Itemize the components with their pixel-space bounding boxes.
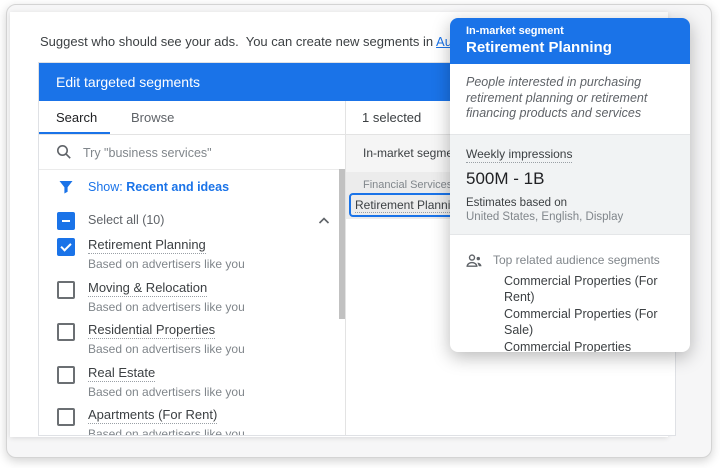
- related-segment-item: Commercial Properties (For Rent): [504, 273, 658, 305]
- chevron-up-icon[interactable]: [317, 214, 331, 228]
- tooltip-type-label: In-market segment: [466, 25, 564, 37]
- estimates-label: Estimates based on: [466, 196, 568, 209]
- related-segments-header: Top related audience segments: [466, 253, 674, 268]
- filter-icon: [58, 179, 74, 195]
- list-item[interactable]: Real Estate Based on advertisers like yo…: [39, 364, 345, 406]
- filter-show-button[interactable]: Show: Recent and ideas: [39, 170, 345, 205]
- intro-sentence: Suggest who should see your ads. You can…: [40, 34, 437, 49]
- segment-title[interactable]: Moving & Relocation: [88, 280, 208, 297]
- weekly-impressions-value: 500M - 1B: [466, 168, 545, 188]
- related-segment-item: Commercial Properties: [504, 339, 632, 353]
- related-segments-label: Top related audience segments: [493, 253, 660, 267]
- filter-value: Recent and ideas: [126, 180, 230, 194]
- selected-item-name: Retirement Planning: [355, 198, 464, 213]
- segment-title[interactable]: Real Estate: [88, 365, 156, 382]
- segment-subtitle: Based on advertisers like you: [88, 257, 245, 271]
- select-all-row[interactable]: Select all (10): [39, 205, 345, 236]
- segment-title[interactable]: Retirement Planning: [88, 237, 206, 254]
- segment-checkbox[interactable]: [57, 366, 75, 384]
- segment-checkbox[interactable]: [57, 238, 75, 256]
- search-input[interactable]: [81, 142, 325, 164]
- tooltip-description: People interested in purchasing retireme…: [466, 75, 648, 120]
- select-all-checkbox[interactable]: [57, 212, 75, 230]
- segment-subtitle: Based on advertisers like you: [88, 385, 245, 399]
- segment-title[interactable]: Residential Properties: [88, 322, 216, 339]
- segment-subtitle: Based on advertisers like you: [88, 342, 245, 356]
- estimates-value: United States, English, Display: [466, 210, 624, 223]
- segment-checkbox[interactable]: [57, 323, 75, 341]
- related-segment-item: Commercial Properties (For Sale): [504, 306, 658, 338]
- segment-title[interactable]: Apartments (For Rent): [88, 407, 218, 424]
- tooltip-lists: Top related audience segments Commercial…: [450, 235, 690, 353]
- tab-browse[interactable]: Browse: [131, 101, 174, 134]
- active-tab-underline: [39, 132, 110, 134]
- select-all-label: Select all (10): [88, 213, 165, 227]
- segment-subtitle: Based on advertisers like you: [88, 427, 245, 435]
- tab-search[interactable]: Search: [56, 101, 97, 134]
- filter-label: Show: Recent and ideas: [88, 180, 230, 194]
- list-item[interactable]: Residential Properties Based on advertis…: [39, 321, 345, 363]
- segment-tooltip: In-market segment Retirement Planning Pe…: [450, 18, 690, 352]
- people-icon: [466, 253, 482, 268]
- selected-count: 1 selected: [362, 110, 422, 125]
- list-item[interactable]: Moving & Relocation Based on advertisers…: [39, 279, 345, 321]
- search-row[interactable]: [39, 135, 345, 169]
- segment-subtitle: Based on advertisers like you: [88, 300, 245, 314]
- list-item[interactable]: Retirement Planning Based on advertisers…: [39, 236, 345, 278]
- segment-checkbox[interactable]: [57, 408, 75, 426]
- list-item[interactable]: Apartments (For Rent) Based on advertise…: [39, 406, 345, 435]
- list-scrollbar[interactable]: [339, 169, 345, 319]
- search-icon: [56, 144, 72, 160]
- tooltip-stats: Weekly impressions 500M - 1B Estimates b…: [450, 133, 690, 235]
- tooltip-title: Retirement Planning: [466, 39, 612, 56]
- tooltip-header: In-market segment Retirement Planning: [450, 18, 690, 64]
- segment-checkbox[interactable]: [57, 281, 75, 299]
- weekly-impressions-label: Weekly impressions: [466, 146, 573, 163]
